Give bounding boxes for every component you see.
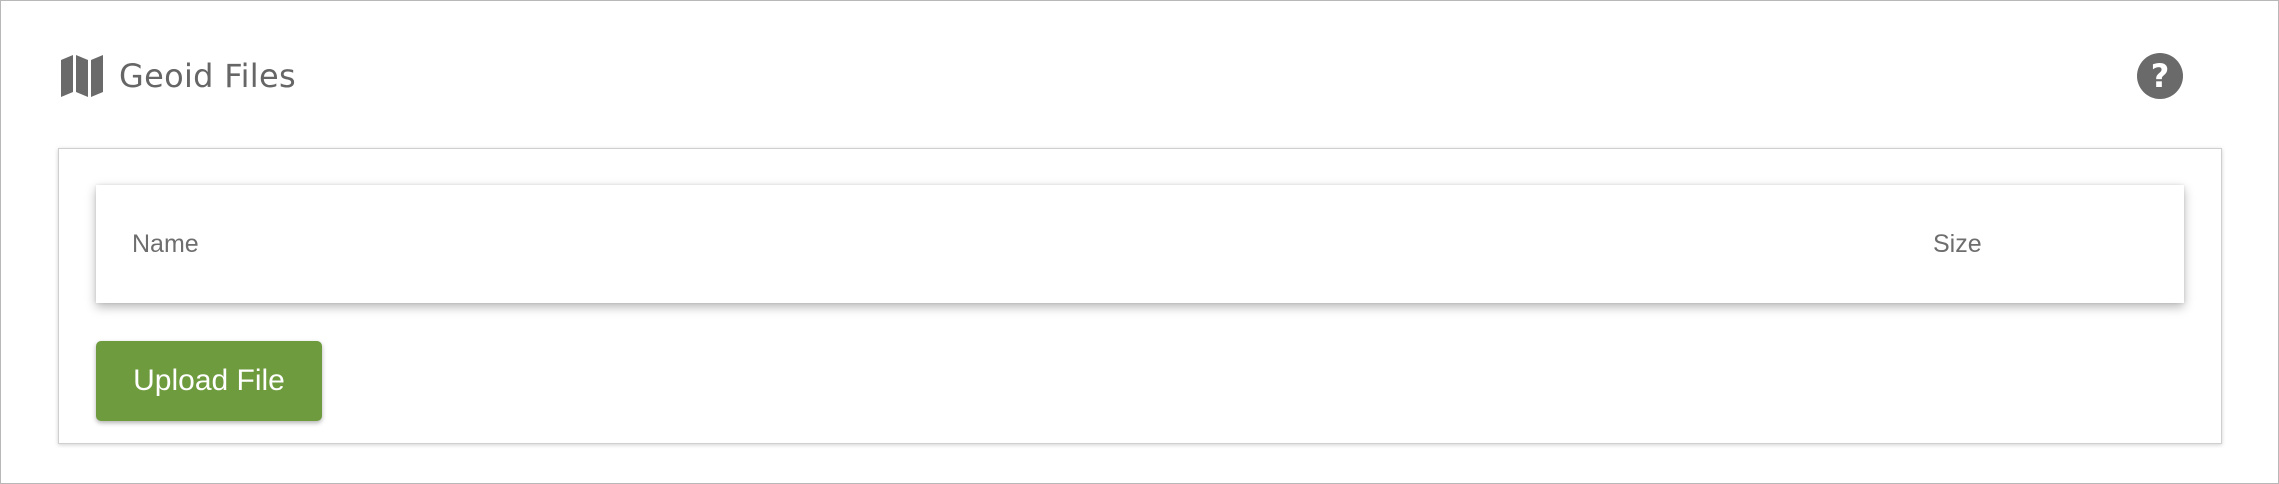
files-panel: Name Size Upload File [58,148,2222,444]
upload-file-button[interactable]: Upload File [96,341,322,421]
geoid-files-section: Geoid Files ? Name Size Upload File [0,0,2279,484]
section-title: Geoid Files [119,57,296,95]
files-table: Name Size [96,185,2184,303]
map-icon [59,54,105,98]
help-icon[interactable]: ? [2137,53,2183,99]
section-header: Geoid Files [59,51,296,101]
column-header-size[interactable]: Size [1933,185,1982,303]
column-header-name[interactable]: Name [132,185,199,303]
